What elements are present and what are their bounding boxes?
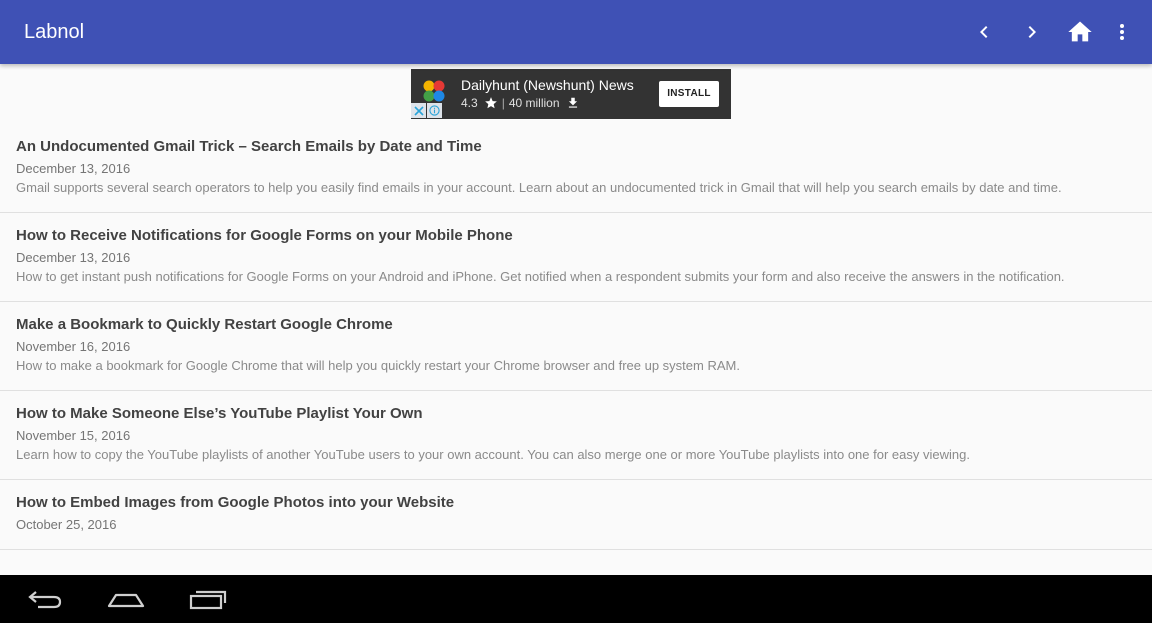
article-date: December 13, 2016 <box>16 250 131 265</box>
article-date: October 25, 2016 <box>16 517 117 532</box>
article-date: December 13, 2016 <box>16 161 131 176</box>
install-button[interactable]: INSTALL <box>659 81 719 107</box>
ad-rating: 4.3 <box>461 96 478 110</box>
dailyhunt-logo-icon <box>423 80 445 102</box>
home-icon <box>107 593 145 608</box>
ad-info-icon[interactable] <box>427 103 442 118</box>
article-title: How to Embed Images from Google Photos i… <box>16 494 455 511</box>
forward-button[interactable] <box>1012 12 1052 52</box>
article-summary: Gmail supports several search operators … <box>16 180 1062 195</box>
chevron-left-icon <box>980 26 988 38</box>
app-bar: Labnol <box>0 0 1152 64</box>
system-nav-bar <box>0 575 1152 623</box>
nav-back-button[interactable] <box>18 583 74 615</box>
article-summary: Learn how to copy the YouTube playlists … <box>16 447 970 462</box>
recent-apps-icon <box>189 590 227 610</box>
ad-installs: 40 million <box>508 96 560 110</box>
overflow-menu-button[interactable] <box>1102 12 1142 52</box>
back-icon <box>28 591 62 609</box>
ad-choices[interactable] <box>411 103 443 119</box>
app-title: Labnol <box>24 21 85 43</box>
article-item[interactable]: How to Embed Images from Google Photos i… <box>0 480 1152 550</box>
nav-home-button[interactable] <box>98 583 154 615</box>
article-item[interactable]: How to Receive Notifications for Google … <box>0 213 1152 302</box>
home-button[interactable] <box>1060 12 1100 52</box>
download-icon <box>568 97 577 108</box>
article-summary: How to get instant push notifications fo… <box>16 269 1065 284</box>
article-title: How to Receive Notifications for Google … <box>16 227 513 244</box>
article-summary: How to make a bookmark for Google Chrome… <box>16 358 740 373</box>
more-vert-icon <box>1120 24 1124 40</box>
article-date: November 16, 2016 <box>16 339 131 354</box>
back-button[interactable] <box>964 12 1004 52</box>
nav-recents-button[interactable] <box>179 583 235 615</box>
chevron-right-icon <box>1028 26 1036 38</box>
article-item[interactable]: Make a Bookmark to Quickly Restart Googl… <box>0 302 1152 391</box>
article-item[interactable]: How to Make Someone Else’s YouTube Playl… <box>0 391 1152 480</box>
article-item[interactable]: An Undocumented Gmail Trick – Search Ema… <box>0 124 1152 213</box>
home-icon <box>1068 21 1092 42</box>
article-title: Make a Bookmark to Quickly Restart Googl… <box>16 316 393 333</box>
article-date: November 15, 2016 <box>16 428 131 443</box>
ad-close-icon[interactable] <box>411 103 426 118</box>
star-icon <box>484 97 497 109</box>
ad-separator: | <box>501 96 505 110</box>
article-title: An Undocumented Gmail Trick – Search Ema… <box>16 138 482 155</box>
article-list: An Undocumented Gmail Trick – Search Ema… <box>0 124 1152 550</box>
content-area: Dailyhunt (Newshunt) News 4.3 | 40 milli… <box>0 64 1152 575</box>
ad-app-name: Dailyhunt (Newshunt) News <box>461 77 634 93</box>
ad-banner[interactable]: Dailyhunt (Newshunt) News 4.3 | 40 milli… <box>411 69 731 119</box>
article-title: How to Make Someone Else’s YouTube Playl… <box>16 405 423 422</box>
ad-meta: 4.3 | 40 million <box>461 95 580 111</box>
